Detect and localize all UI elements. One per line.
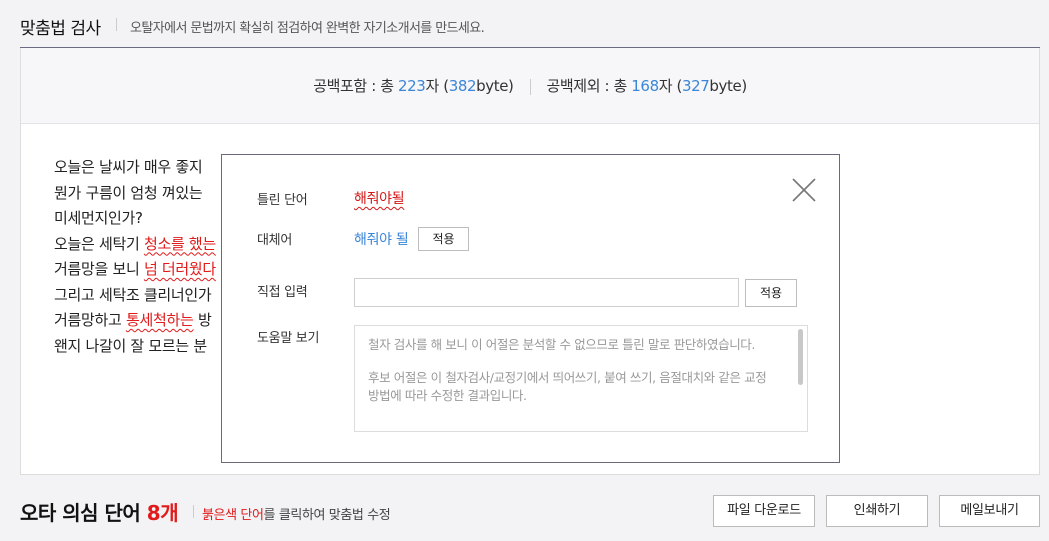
help-text-box: 철자 검사를 해 보니 이 어절은 분석할 수 없으므로 틀린 말로 판단하였습… [354,325,808,432]
page-header: 맞춤법 검사 오탈자에서 문법까지 확실히 점검하여 완벽한 자기소개서를 만드… [20,0,1040,48]
wrong-word: 해줘야될 [354,191,405,207]
without-space-char-count: 168 [631,77,659,95]
document-text-fragment: 왠지 나갈이 잘 모르는 분 [54,336,207,355]
document-line: 오늘은 날씨가 매우 좋지 [54,155,216,181]
without-space-label: 공백제외 [546,77,601,95]
footer-hint: 붉은색 단어를 클릭하여 맞춤법 수정 [202,504,391,523]
count-divider [529,78,531,95]
print-button[interactable]: 인쇄하기 [826,495,928,527]
footer-hint-red: 붉은색 단어 [202,508,264,523]
footer-hint-text: 를 클릭하여 맞춤법 수정 [263,508,391,523]
document-text-fragment: 거름망하고 [54,311,126,329]
misspelled-word[interactable]: 청소를 했는 [144,235,216,253]
footer-divider [193,505,194,518]
with-space-label: 공백포함 [313,77,367,95]
error-count-title-text: 오타 의심 단어 [20,501,147,525]
document-text-fragment: 뭔가 구름이 엄청 껴있는 [54,183,203,202]
misspelled-word[interactable]: 넘 더러웠다 [144,260,216,278]
document-line: 거름망을 보니 넘 더러웠다 [54,257,216,283]
document-line: 왠지 나갈이 잘 모르는 분 [54,334,216,360]
document-line: 미세먼지인가? [54,206,216,232]
title-divider [116,18,117,31]
document-line: 거름망하고 통세척하는 방 [54,308,216,334]
send-email-button[interactable]: 메일보내기 [939,495,1040,527]
document-line: 뭔가 구름이 엄청 껴있는 [54,181,216,207]
suggestion-word[interactable]: 해줘야 될 [354,229,409,249]
correction-dialog: 틀린 단어 해줘야될 대체어 해줘야 될 적용 직접 입력 적용 도움말 보기 … [221,154,840,463]
with-space-char-count: 223 [398,77,426,95]
direct-input-field[interactable] [354,278,739,307]
help-scrollbar[interactable] [798,329,803,385]
chars-unit: 자 [658,77,673,95]
help-label: 도움말 보기 [257,331,320,346]
apply-direct-input-button[interactable]: 적용 [745,279,797,307]
document-text-fragment: 거름망을 보니 [54,260,144,278]
page-subtitle: 오탈자에서 문법까지 확실히 점검하여 완벽한 자기소개서를 만드세요. [130,21,485,36]
replacement-label: 대체어 [257,233,292,248]
document-text-fragment: 오늘은 세탁기 [54,234,144,253]
with-space-prefix: : 총 [366,77,399,95]
character-count-bar: 공백포함 : 총 223자 (382byte) 공백제외 : 총 168자 (32… [21,48,1039,124]
error-count: 8개 [146,501,179,525]
error-count-title: 오타 의심 단어 8개 [20,497,179,526]
without-space-byte-count: 327 [681,77,710,95]
document-text-fragment: 방 [193,311,212,329]
bytes-unit: byte [709,77,742,95]
help-paragraph: 철자 검사를 해 보니 이 어절은 분석할 수 없으므로 틀린 말로 판단하였습… [368,337,755,352]
document-text-fragment: 미세먼지인가? [54,209,143,227]
bytes-unit: byte [476,77,509,95]
with-space-byte-count: 382 [448,77,477,95]
wrong-word-label: 틀린 단어 [257,193,308,208]
misspelled-word[interactable]: 통세척하는 [126,311,194,329]
file-download-button[interactable]: 파일 다운로드 [713,495,815,527]
document-text-fragment: 오늘은 날씨가 매우 좋지 [54,158,203,176]
document-text: 오늘은 날씨가 매우 좋지뭔가 구름이 엄청 껴있는미세먼지인가? 오늘은 세탁기… [54,155,216,359]
chars-unit: 자 [425,77,439,95]
close-icon[interactable] [791,177,817,203]
document-line: 오늘은 세탁기 청소를 했는 [54,232,216,258]
apply-suggestion-button[interactable]: 적용 [418,227,469,251]
direct-input-label: 직접 입력 [257,285,308,300]
without-space-prefix: : 총 [600,77,632,95]
document-text-fragment: 그리고 세탁조 클리너인가 [54,285,212,304]
document-line: 그리고 세탁조 클리너인가 [54,283,216,309]
help-paragraph: 후보 어절은 이 철자검사/교정기에서 띄어쓰기, 붙여 쓰기, 음절대치와 같… [368,370,767,403]
page-title: 맞춤법 검사 [20,19,101,39]
